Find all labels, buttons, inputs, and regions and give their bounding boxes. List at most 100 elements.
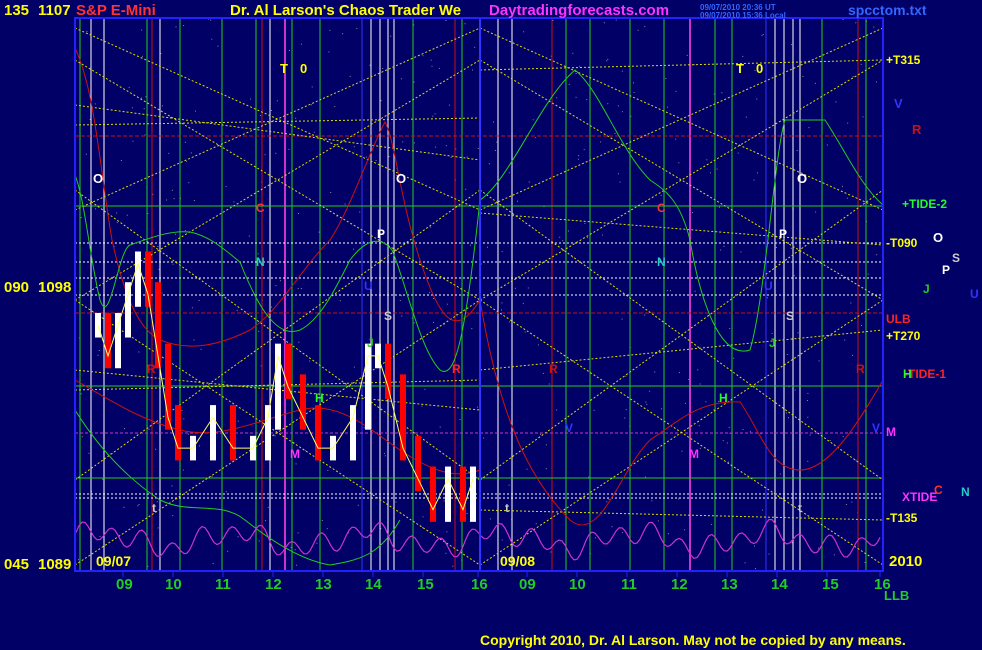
star-dot — [767, 297, 769, 299]
star-dot — [844, 339, 846, 341]
star-dot — [450, 157, 452, 158]
star-dot — [401, 315, 403, 317]
star-dot — [675, 138, 677, 140]
star-dot — [788, 417, 789, 419]
star-dot — [621, 111, 623, 113]
planet-r-marker: R — [147, 362, 156, 376]
star-dot — [477, 406, 479, 408]
star-dot — [661, 408, 663, 410]
star-dot — [400, 78, 402, 80]
star-dot — [183, 418, 185, 420]
star-dot — [802, 76, 804, 77]
star-dot — [168, 152, 170, 154]
star-dot — [501, 251, 503, 253]
star-dot — [716, 168, 718, 170]
star-dot — [452, 565, 454, 567]
star-dot — [258, 540, 260, 542]
lattice-line — [479, 59, 883, 301]
chart-title: Dr. Al Larson's Chaos Trader We — [230, 2, 461, 19]
star-dot — [98, 350, 100, 351]
star-dot — [171, 189, 173, 191]
star-dot — [852, 76, 854, 77]
star-dot — [568, 83, 570, 85]
star-dot — [710, 172, 711, 174]
star-dot — [297, 532, 299, 534]
planet-h-right: H — [903, 367, 912, 381]
star-dot — [138, 504, 140, 505]
star-dot — [384, 455, 386, 457]
star-dot — [637, 29, 639, 31]
price-bar — [145, 251, 151, 307]
price-bar — [470, 466, 476, 522]
star-dot — [535, 137, 537, 139]
star-dot — [78, 559, 79, 561]
star-dot — [271, 306, 273, 308]
planet-j-marker: J — [367, 336, 374, 350]
chaos-chart: 135 1107 S&P E-Mini Dr. Al Larson's Chao… — [4, 2, 979, 648]
star-dot — [198, 300, 200, 301]
star-dot — [445, 145, 447, 147]
x-tick-label: 15 — [417, 576, 434, 593]
star-dot — [327, 469, 329, 471]
ulb-label: ULB — [886, 312, 911, 326]
star-dot — [210, 120, 212, 122]
planet-o-marker: O — [797, 171, 807, 186]
star-dot — [694, 290, 696, 292]
star-dot — [644, 476, 646, 478]
star-dot — [559, 236, 561, 238]
star-dot — [210, 19, 212, 21]
star-dot — [438, 67, 440, 69]
star-dot — [157, 246, 159, 248]
star-dot — [762, 509, 764, 511]
planet-r-marker: R — [452, 362, 461, 376]
star-dot — [155, 448, 157, 450]
star-dot — [855, 459, 857, 461]
star-dot — [390, 35, 392, 37]
star-dot — [762, 34, 764, 35]
angle-label-bottom: 045 — [4, 556, 29, 573]
star-dot — [466, 156, 468, 158]
star-dot — [459, 419, 461, 420]
star-dot — [188, 182, 190, 184]
planet-t-low-marker: t — [798, 501, 802, 515]
star-dot — [572, 52, 574, 54]
star-dot — [434, 113, 436, 115]
lattice-line — [479, 189, 883, 481]
star-dot — [172, 263, 174, 265]
star-dot — [413, 322, 415, 324]
star-dot — [326, 528, 328, 530]
star-dot — [645, 401, 647, 403]
star-dot — [488, 163, 490, 165]
star-dot — [144, 134, 146, 136]
star-dot — [80, 217, 82, 218]
star-dot — [508, 484, 510, 486]
planet-t-marker: T — [736, 61, 744, 76]
t270-label: +T270 — [886, 329, 921, 343]
star-dot — [435, 146, 437, 148]
star-dot — [466, 513, 468, 514]
star-dot — [562, 240, 564, 242]
star-dot — [430, 59, 432, 61]
star-dot — [698, 425, 700, 427]
price-bar — [125, 282, 131, 338]
x-tick-label: 09 — [116, 576, 133, 593]
star-dot — [342, 33, 344, 35]
star-dot — [380, 100, 382, 102]
star-dot — [145, 96, 147, 98]
star-dot — [754, 545, 755, 547]
star-dot — [686, 54, 688, 56]
star-dot — [524, 331, 526, 333]
angle-label-top: 135 — [4, 2, 29, 19]
star-dot — [575, 96, 577, 98]
star-dot — [542, 372, 544, 374]
llb-label: LLB — [884, 588, 909, 603]
star-dot — [614, 132, 616, 134]
planet-o-marker: O — [93, 171, 103, 186]
star-dot — [383, 452, 385, 454]
price-label-mid: 1098 — [38, 279, 71, 296]
star-dot — [116, 222, 118, 224]
star-dot — [660, 194, 662, 196]
xtide-label: XTIDE — [902, 490, 937, 504]
star-dot — [684, 402, 686, 404]
star-dot — [446, 531, 448, 533]
